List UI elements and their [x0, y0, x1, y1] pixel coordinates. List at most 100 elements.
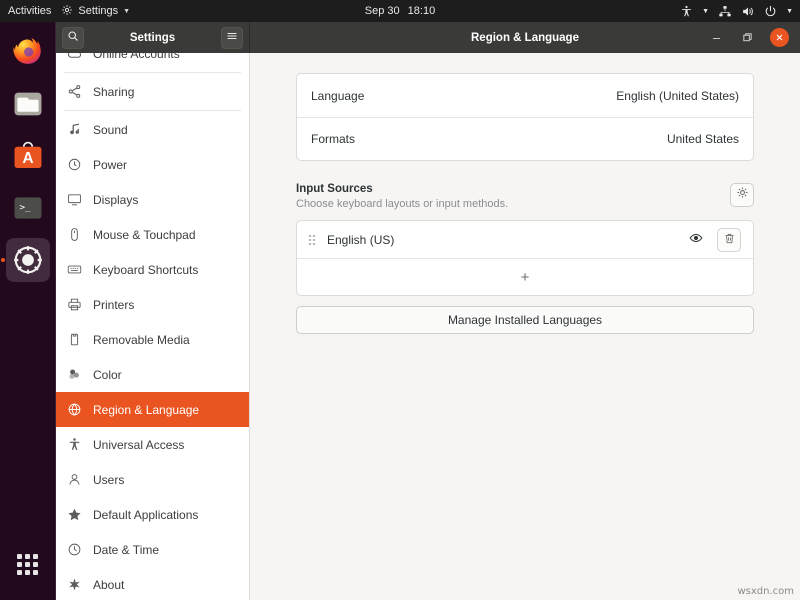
- app-menu-label: Settings: [78, 5, 119, 17]
- sidebar-item-label: Removable Media: [93, 332, 190, 347]
- region-card: Language English (United States) Formats…: [296, 73, 754, 161]
- input-sources-title: Input Sources: [296, 183, 373, 195]
- watermark: wsxdn.com: [737, 586, 794, 597]
- trash-icon: [723, 232, 736, 248]
- remove-input-source-button[interactable]: [717, 227, 741, 252]
- sidebar-item-label: Region & Language: [93, 402, 200, 417]
- language-label: Language: [311, 88, 365, 103]
- svg-text:A: A: [22, 150, 33, 167]
- sidebar-item-power[interactable]: Power: [56, 147, 249, 182]
- star-icon: [66, 507, 82, 523]
- sidebar-item-mouse-touchpad[interactable]: Mouse & Touchpad: [56, 217, 249, 252]
- app-menu-button[interactable]: Settings ▼: [61, 4, 130, 19]
- accessibility-icon[interactable]: [680, 5, 693, 18]
- sidebar-item-default-applications[interactable]: Default Applications: [56, 497, 249, 532]
- sidebar-item-keyboard-shortcuts[interactable]: Keyboard Shortcuts: [56, 252, 249, 287]
- gear-icon: [736, 186, 749, 204]
- volume-icon[interactable]: [741, 5, 755, 18]
- close-button[interactable]: [770, 28, 789, 47]
- preview-layout-button[interactable]: [684, 228, 708, 252]
- plus-icon: +: [520, 268, 530, 286]
- input-source-actions: [684, 227, 741, 252]
- system-tray: ▼ ▼: [680, 5, 793, 18]
- drag-handle-icon[interactable]: [309, 234, 315, 245]
- dock-item-ubuntu-software[interactable]: A: [6, 134, 50, 178]
- manage-installed-languages-button[interactable]: Manage Installed Languages: [296, 306, 754, 334]
- globe-icon: [66, 402, 82, 418]
- sidebar-item-removable-media[interactable]: Removable Media: [56, 322, 249, 357]
- sidebar-item-printers[interactable]: Printers: [56, 287, 249, 322]
- formats-label: Formats: [311, 132, 356, 146]
- removable-media-icon: [66, 332, 82, 348]
- sidebar-item-label: Date & Time: [93, 542, 160, 557]
- sidebar-item-label: Mouse & Touchpad: [93, 227, 196, 242]
- clock-time: 18:10: [407, 5, 436, 17]
- clock-icon: [66, 542, 82, 558]
- sidebar-title: Settings: [129, 31, 176, 44]
- minimize-button[interactable]: [708, 29, 725, 46]
- sidebar-item-label: Color: [93, 367, 122, 382]
- maximize-button[interactable]: [739, 29, 756, 46]
- input-sources-header: Input Sources Choose keyboard layouts or…: [296, 183, 754, 210]
- sidebar-divider: [64, 110, 241, 111]
- sidebar-list: Online Accounts Sharing Sound Power Disp…: [56, 53, 249, 600]
- sidebar-item-label: Displays: [93, 192, 139, 207]
- sidebar-item-sharing[interactable]: Sharing: [56, 74, 249, 109]
- show-applications-button[interactable]: [6, 542, 50, 586]
- display-icon: [66, 192, 82, 208]
- sidebar-item-sound[interactable]: Sound: [56, 112, 249, 147]
- gear-icon: [61, 4, 73, 19]
- input-source-row[interactable]: English (US): [297, 221, 753, 259]
- input-sources-subtitle: Choose keyboard layouts or input methods…: [296, 198, 509, 210]
- power-clock-icon: [66, 157, 82, 173]
- sidebar-item-label: Sharing: [93, 84, 135, 99]
- dock-item-firefox[interactable]: [6, 30, 50, 74]
- eye-icon: [689, 231, 703, 248]
- search-icon: [67, 29, 79, 47]
- window-controls: [708, 28, 794, 47]
- sidebar-item-label: Printers: [93, 297, 135, 312]
- color-icon: [66, 367, 82, 383]
- hamburger-menu-icon: [226, 29, 238, 47]
- language-row[interactable]: Language English (United States): [297, 74, 753, 117]
- menu-button[interactable]: [221, 26, 243, 49]
- cloud-icon: [66, 53, 82, 62]
- sidebar-item-label: Online Accounts: [93, 53, 180, 61]
- chevron-down-icon[interactable]: ▼: [702, 8, 709, 15]
- sidebar-item-users[interactable]: Users: [56, 462, 249, 497]
- input-sources-options-button[interactable]: [730, 183, 754, 207]
- printer-icon: [66, 297, 82, 313]
- formats-value: United States: [666, 132, 739, 146]
- music-note-icon: [66, 122, 82, 138]
- sidebar-item-about[interactable]: About: [56, 567, 249, 600]
- formats-row[interactable]: Formats United States: [297, 117, 753, 160]
- sidebar-item-displays[interactable]: Displays: [56, 182, 249, 217]
- input-sources-card: English (US) +: [296, 220, 754, 296]
- sidebar-item-label: Power: [93, 157, 128, 172]
- sidebar-item-color[interactable]: Color: [56, 357, 249, 392]
- dock: A >_: [0, 22, 56, 600]
- sidebar-item-universal-access[interactable]: Universal Access: [56, 427, 249, 462]
- add-input-source-button[interactable]: +: [297, 259, 753, 295]
- language-value: English (United States): [616, 88, 739, 103]
- network-icon[interactable]: [718, 5, 732, 18]
- dock-item-settings[interactable]: [5, 238, 50, 282]
- activities-button[interactable]: Activities: [0, 5, 61, 17]
- search-button[interactable]: [62, 26, 84, 49]
- keyboard-icon: [66, 262, 82, 278]
- sidebar-item-date-time[interactable]: Date & Time: [56, 532, 249, 567]
- power-icon[interactable]: [764, 5, 777, 18]
- dock-item-files[interactable]: [6, 82, 50, 126]
- sidebar-header: Settings: [56, 22, 250, 53]
- sidebar[interactable]: Online Accounts Sharing Sound Power Disp…: [56, 53, 250, 600]
- content-panel: Language English (United States) Formats…: [250, 53, 800, 600]
- share-icon: [66, 84, 82, 100]
- dock-item-terminal[interactable]: >_: [6, 186, 50, 230]
- sidebar-item-online-accounts[interactable]: Online Accounts: [56, 53, 249, 71]
- sidebar-item-region-language[interactable]: Region & Language: [56, 392, 249, 427]
- sidebar-item-label: Universal Access: [93, 437, 185, 452]
- mouse-icon: [66, 227, 82, 243]
- sidebar-item-label: Sound: [93, 122, 128, 137]
- clock-button[interactable]: Sep 30 18:10: [365, 5, 435, 17]
- chevron-down-icon[interactable]: ▼: [786, 8, 793, 15]
